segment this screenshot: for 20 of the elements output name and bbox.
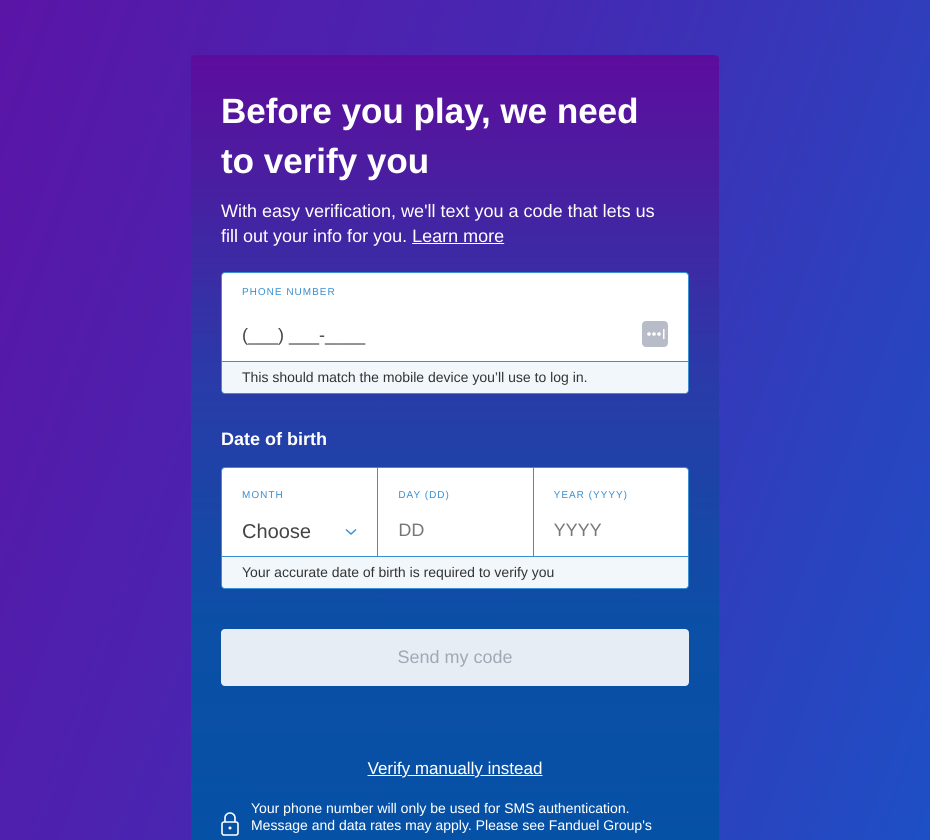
phone-hint: This should match the mobile device you’ll use to log in. (222, 361, 688, 393)
date-input[interactable]: YYYY (554, 517, 668, 544)
verify-manually-link[interactable]: Verify manually instead (368, 756, 542, 782)
field-label: PHONE NUMBER (242, 286, 337, 300)
field-label: YEAR (YYYY) (554, 489, 630, 503)
date-input[interactable]: DD (398, 517, 513, 544)
phone-input[interactable]: (___) ___-____ (242, 322, 542, 349)
chevron-down-icon (345, 528, 358, 536)
section-heading: Date of birth (221, 428, 328, 451)
more-icon[interactable] (642, 321, 668, 347)
lock-icon (221, 812, 239, 836)
learn-more-link[interactable]: Learn more (412, 226, 504, 246)
date-hint: Your accurate date of birth is required to verify you (222, 556, 688, 588)
phone-field[interactable]: PHONE NUMBER (___) ___-____ This should match the mobile device you’ll use to log in. (221, 272, 689, 394)
field-label: DAY (DD) (398, 489, 451, 503)
field-label: MONTH (242, 489, 285, 503)
privacy-notice: Your phone number will only be used for SMS authentication. Message and data rates may apply. Please see Fanduel Group's (251, 800, 653, 834)
page-heading: Before you play, we need to verify you (221, 91, 640, 183)
month-select[interactable]: Choose (242, 517, 358, 547)
intro-text: With easy verification, we'll text you a code that lets us fill out your info for you. Learn more (221, 200, 656, 248)
